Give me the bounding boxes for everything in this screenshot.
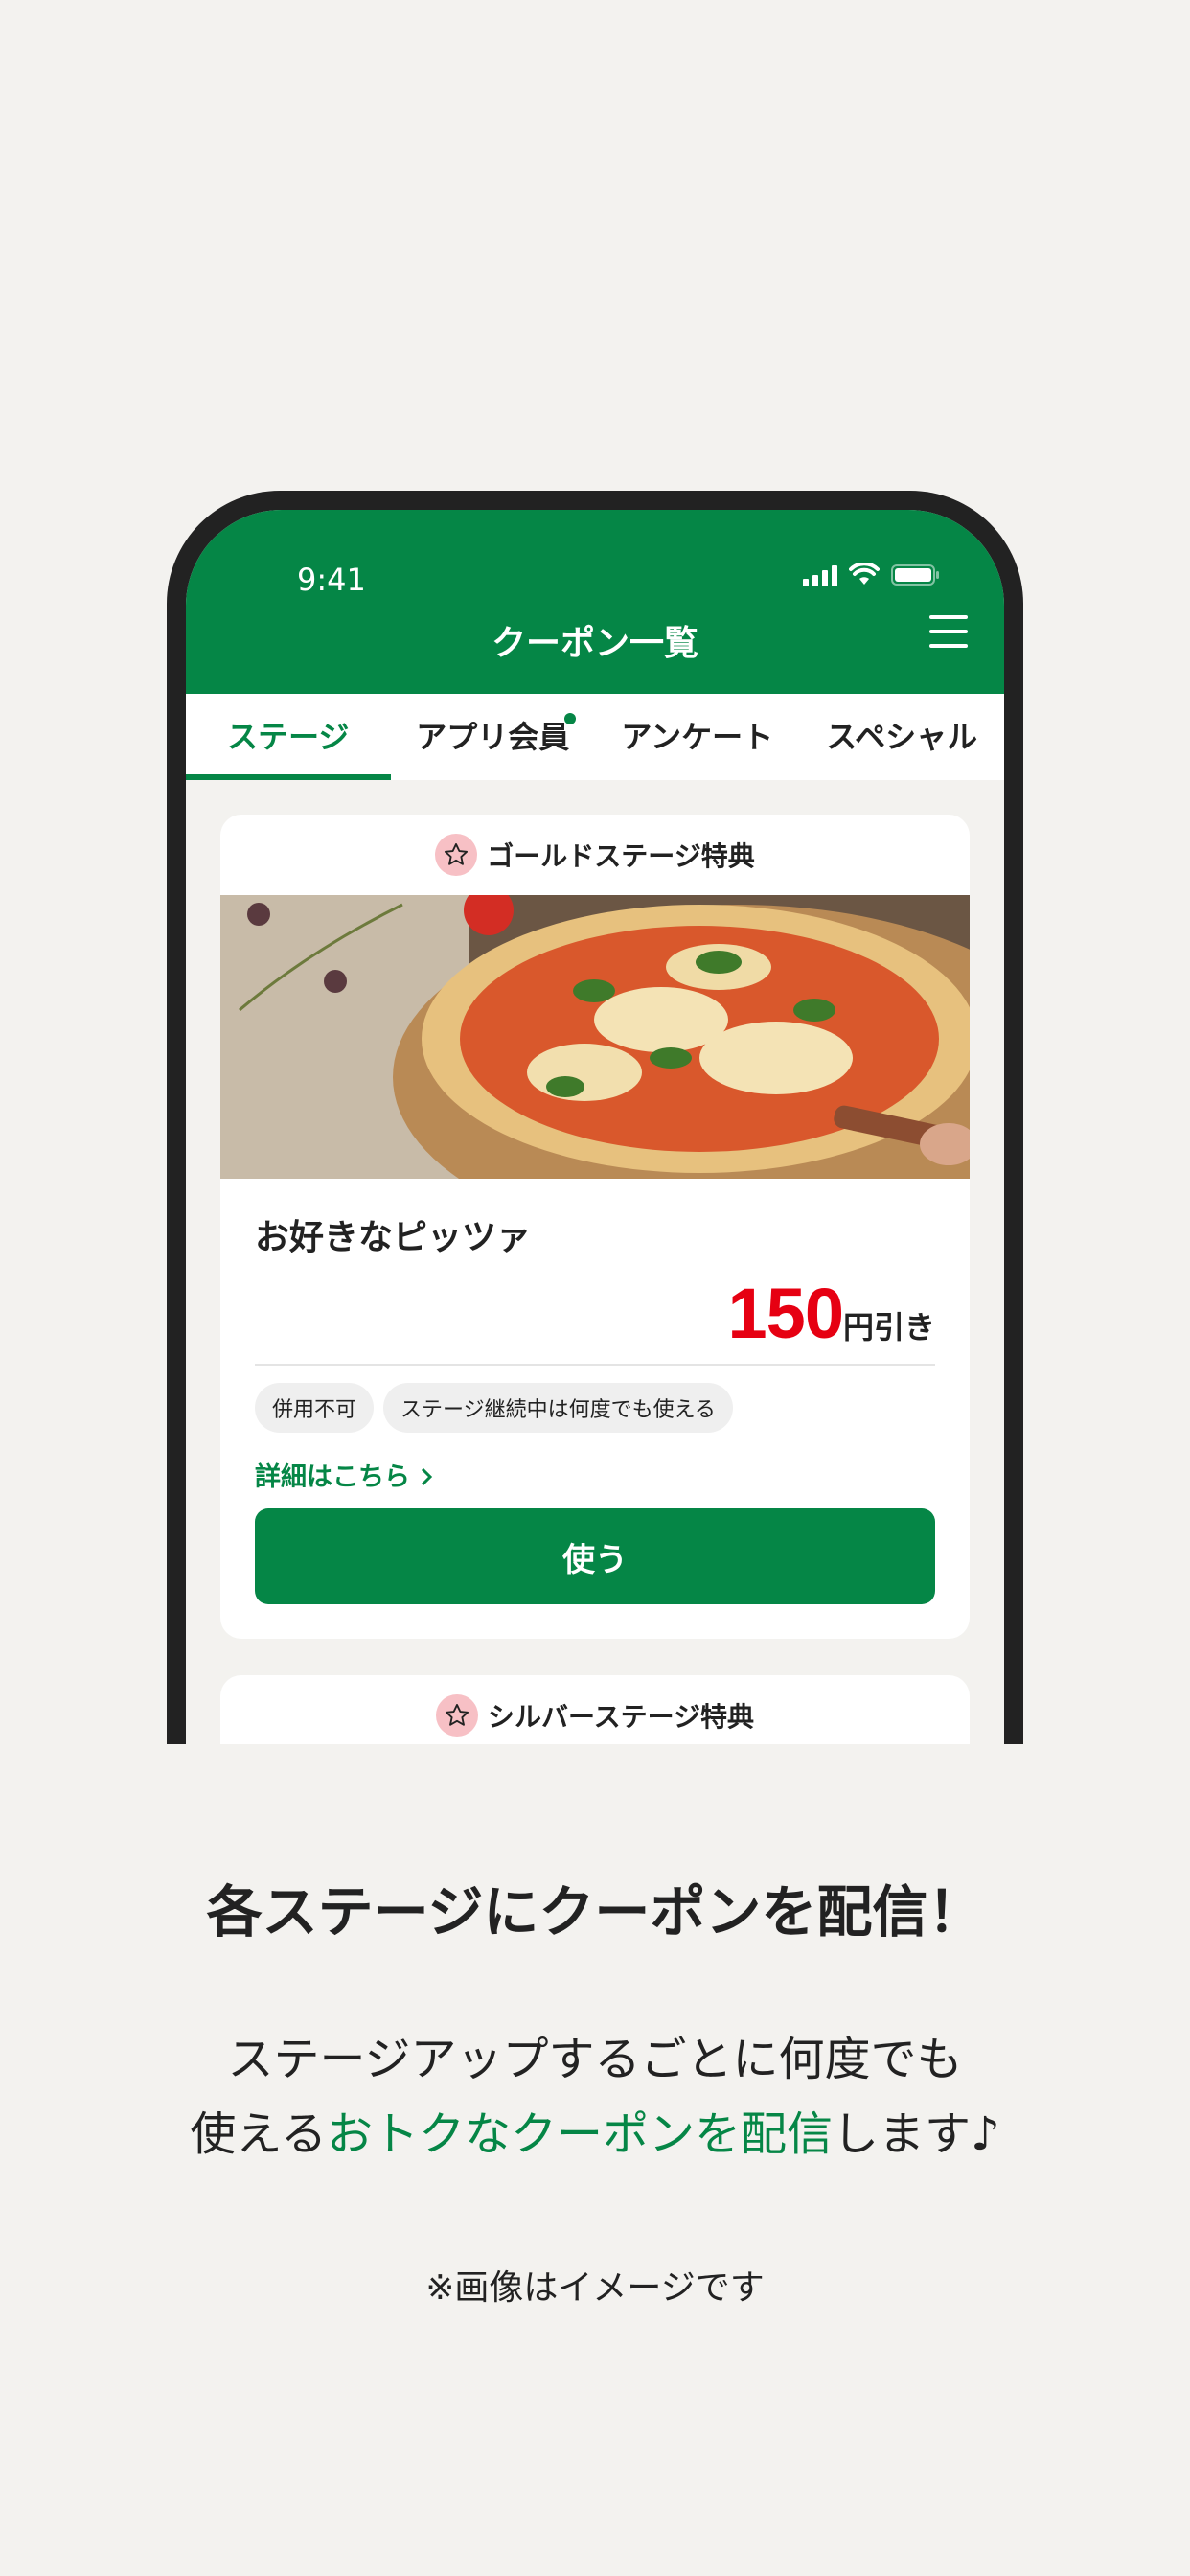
detail-link-label: 詳細はこちら (255, 1462, 410, 1492)
coupon-tag: 併用不可 (255, 1383, 375, 1433)
battery-icon (891, 564, 941, 586)
price-amount: 150 (727, 1274, 844, 1353)
description-prefix: 使える (190, 2107, 327, 2161)
coupon-card: シルバーステージ特典 (220, 1675, 970, 1744)
use-coupon-button[interactable]: 使う (255, 1508, 935, 1604)
coupon-title: お好きなピッツァ (255, 1218, 532, 1257)
star-icon (435, 1694, 478, 1736)
status-time: 9:41 (297, 562, 366, 598)
price-unit: 円引き (842, 1309, 935, 1346)
detail-link[interactable]: 詳細はこちら (255, 1456, 935, 1493)
wifi-icon (849, 564, 880, 586)
tab-label: アンケート (621, 719, 774, 755)
signal-icon (803, 564, 837, 586)
phone-screen: 9:41 クーポン一覧 ステージ アプリ会員 アンケート スペシャル ゴールドス… (186, 510, 1004, 1744)
tab-bar: ステージ アプリ会員 アンケート スペシャル (186, 694, 1004, 780)
app-bar: 9:41 クーポン一覧 (186, 510, 1004, 694)
tab-survey[interactable]: アンケート (595, 694, 800, 780)
coupon-tags: 併用不可 ステージ継続中は何度でも使える (255, 1383, 935, 1433)
coupon-stage-header: シルバーステージ特典 (220, 1675, 970, 1744)
description: ステージアップするごとに何度でも 使えるおトクなクーポンを配信します♪ (0, 2022, 1190, 2172)
tab-stage[interactable]: ステージ (186, 694, 391, 780)
star-icon (435, 834, 478, 876)
tab-label: アプリ会員 (416, 719, 570, 755)
tab-special[interactable]: スペシャル (800, 694, 1005, 780)
description-line-2: 使えるおトクなクーポンを配信します♪ (0, 2097, 1190, 2172)
description-suffix: します♪ (832, 2107, 1000, 2161)
description-line-1: ステージアップするごとに何度でも (227, 2033, 963, 2086)
phone-mockup: 9:41 クーポン一覧 ステージ アプリ会員 アンケート スペシャル ゴールドス… (167, 491, 1023, 1744)
status-icons (803, 564, 941, 586)
coupon-tag: ステージ継続中は何度でも使える (383, 1383, 733, 1433)
tab-app-member[interactable]: アプリ会員 (391, 694, 596, 780)
coupon-price: 150円引き (255, 1273, 935, 1366)
description-highlight: おトクなクーポンを配信 (326, 2107, 833, 2161)
image-note: ※画像はイメージです (425, 2268, 765, 2308)
headline: 各ステージにクーポンを配信！ (206, 1879, 984, 1944)
pizza-image (220, 895, 970, 1179)
coupon-stage-label: シルバーステージ特典 (487, 1701, 755, 1733)
notification-dot (564, 713, 576, 724)
tab-label: スペシャル (826, 719, 978, 755)
hamburger-menu-icon[interactable] (929, 615, 968, 648)
coupon-card: ゴールドステージ特典 お好きなピッツァ 150円引き 併用不可 ステージ継続中は… (220, 815, 970, 1639)
coupon-stage-label: ゴールドステージ特典 (487, 840, 755, 872)
coupon-stage-header: ゴールドステージ特典 (220, 815, 970, 895)
page-title: クーポン一覧 (491, 624, 698, 663)
tab-label: ステージ (227, 719, 350, 755)
chevron-right-icon (419, 1462, 434, 1492)
